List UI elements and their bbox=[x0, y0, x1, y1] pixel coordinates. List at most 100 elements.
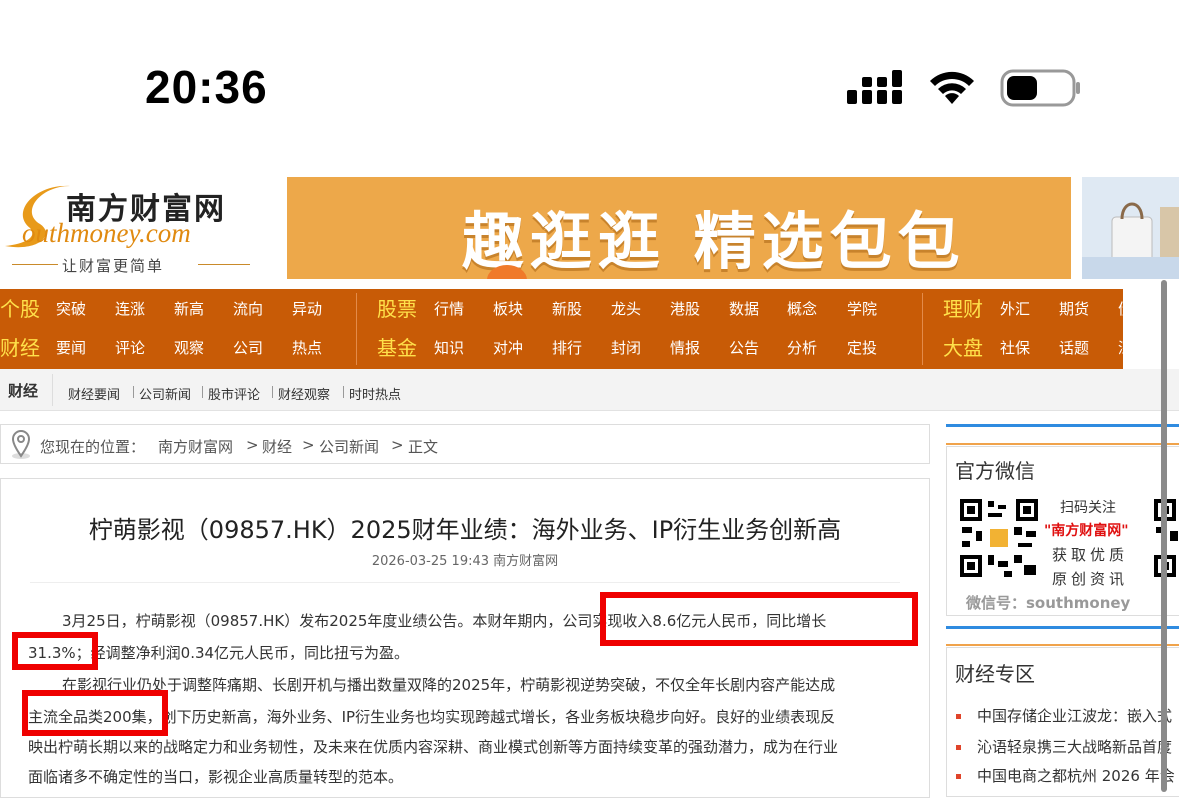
subnav-separator bbox=[343, 386, 344, 398]
nav-item[interactable]: 定投 bbox=[847, 328, 877, 368]
sidebar-accent-bar bbox=[946, 424, 1179, 427]
breadcrumb-sep: > bbox=[246, 436, 259, 454]
nav-item[interactable]: 概念 bbox=[787, 289, 817, 329]
nav-item[interactable]: 情报 bbox=[670, 328, 700, 368]
nav-divider bbox=[922, 293, 923, 365]
finance-title: 财经专区 bbox=[955, 662, 1035, 686]
finance-item-label: 中国存储企业江波龙：嵌入式 bbox=[977, 707, 1173, 725]
wechat-title: 官方微信 bbox=[955, 459, 1035, 483]
article-paragraph-line: 在影视行业仍处于调整阵痛期、长剧开机与播出数量双降的2025年，柠萌影视逆势突破… bbox=[62, 676, 836, 694]
highlight-box bbox=[12, 632, 98, 670]
nav-item[interactable]: 大盘 bbox=[943, 328, 983, 368]
nav-item[interactable]: 龙头 bbox=[611, 289, 641, 329]
battery-icon bbox=[1000, 69, 1080, 107]
sidebar-accent-bar bbox=[946, 443, 1179, 445]
finance-list-item[interactable]: 沁语轻泉携三大战略新品首度 bbox=[956, 736, 1172, 757]
nav-item[interactable]: 学院 bbox=[847, 289, 877, 329]
slogan-divider bbox=[12, 264, 58, 265]
location-pin-icon bbox=[11, 430, 31, 459]
highlight-box bbox=[22, 690, 168, 736]
subnav-link[interactable]: 时时热点 bbox=[349, 384, 401, 403]
subnav-title: 财经 bbox=[8, 382, 39, 400]
nav-item[interactable]: 行情 bbox=[434, 289, 464, 329]
breadcrumb-prefix: 您现在的位置： bbox=[40, 438, 146, 456]
nav-item[interactable]: 港股 bbox=[670, 289, 700, 329]
bullet-icon bbox=[956, 774, 961, 779]
finance-list-item[interactable]: 中国存储企业江波龙：嵌入式 bbox=[956, 705, 1172, 726]
main-nav: 个股 突破 连涨 新高 流向 异动 股票 行情 板块 新股 龙头 港股 数据 概念 学院 理财 外汇 期货债 财经… bbox=[0, 289, 1133, 369]
article-title: 柠萌影视（09857.HK）2025财年业绩：海外业务、IP衍生业务创新高 bbox=[88, 516, 842, 544]
nav-item[interactable]: 封闭 bbox=[611, 328, 641, 368]
subnav-link[interactable]: 股市评论 bbox=[208, 384, 260, 403]
nav-item[interactable]: 期货 bbox=[1059, 289, 1089, 329]
article-paragraph-line: 面临诸多不确定性的当口，影视企业高质量转型的范本。 bbox=[28, 768, 404, 786]
scrollbar[interactable] bbox=[1161, 280, 1167, 792]
nav-item[interactable]: 话题 bbox=[1059, 328, 1089, 368]
nav-item[interactable]: 热点 bbox=[292, 328, 322, 368]
nav-item[interactable]: 股票 bbox=[377, 289, 417, 329]
nav-item[interactable]: 要闻 bbox=[56, 328, 86, 368]
finance-list-item[interactable]: 中国电商之都杭州 2026 年会 bbox=[956, 765, 1175, 786]
wechat-tagline: 获取优质 bbox=[1052, 546, 1129, 564]
nav-item[interactable]: 个股 bbox=[0, 289, 40, 329]
nav-item[interactable]: 数据 bbox=[729, 289, 759, 329]
breadcrumb-item-finance[interactable]: 财经 bbox=[262, 436, 292, 457]
breadcrumb-item-home[interactable]: 南方财富网 bbox=[158, 436, 233, 457]
finance-item-label: 沁语轻泉携三大战略新品首度 bbox=[977, 738, 1173, 756]
bullet-icon bbox=[956, 714, 961, 719]
breadcrumb-sep: > bbox=[391, 436, 404, 454]
sidebar-accent-bar bbox=[946, 644, 1179, 646]
ad-banner[interactable]: 趣逛逛 精选包包 bbox=[287, 177, 1071, 279]
nav-item[interactable]: 新股 bbox=[552, 289, 582, 329]
wechat-tagline: 原创资讯 bbox=[1052, 570, 1129, 588]
banner-text: 趣逛逛 精选包包 bbox=[462, 205, 966, 278]
cellular-signal-icon bbox=[847, 70, 902, 104]
nav-item[interactable]: 财经 bbox=[0, 328, 40, 368]
nav-item[interactable]: 基金 bbox=[377, 328, 417, 368]
nav-item[interactable]: 新高 bbox=[174, 289, 204, 329]
subnav-divider bbox=[52, 374, 53, 406]
nav-item[interactable]: 知识 bbox=[434, 328, 464, 368]
ad-side-image[interactable] bbox=[1082, 177, 1179, 279]
subnav-separator bbox=[202, 386, 203, 398]
nav-item[interactable]: 异动 bbox=[292, 289, 322, 329]
finance-item-label: 中国电商之都杭州 2026 年会 bbox=[977, 767, 1175, 785]
qr-code-icon bbox=[958, 497, 1040, 579]
slogan-divider bbox=[198, 264, 250, 265]
nav-item[interactable]: 社保 bbox=[1000, 328, 1030, 368]
breadcrumb-item-company-news[interactable]: 公司新闻 bbox=[319, 436, 379, 457]
nav-item[interactable]: 理财 bbox=[943, 289, 983, 329]
nav-item[interactable]: 板块 bbox=[493, 289, 523, 329]
nav-item[interactable]: 突破 bbox=[56, 289, 86, 329]
wifi-icon bbox=[930, 71, 974, 104]
nav-item[interactable]: 排行 bbox=[552, 328, 582, 368]
subnav-separator bbox=[272, 386, 273, 398]
nav-item[interactable]: 评论 bbox=[115, 328, 145, 368]
subnav-separator bbox=[133, 386, 134, 398]
wechat-id: 微信号：southmoney bbox=[966, 594, 1131, 612]
article-meta: 2026-03-25 19:43 南方财富网 bbox=[371, 554, 559, 569]
nav-item[interactable]: 对冲 bbox=[493, 328, 523, 368]
nav-divider bbox=[356, 293, 357, 365]
nav-row-1: 个股 突破 连涨 新高 流向 异动 股票 行情 板块 新股 龙头 港股 数据 概念 学院 理财 外汇 期货债 bbox=[0, 289, 1179, 329]
subnav-link[interactable]: 财经要闻 bbox=[68, 384, 120, 403]
nav-item[interactable]: 分析 bbox=[787, 328, 817, 368]
subnav-link[interactable]: 公司新闻 bbox=[139, 384, 191, 403]
bullet-icon bbox=[956, 745, 961, 750]
nav-item[interactable]: 连涨 bbox=[115, 289, 145, 329]
nav-row-2: 财经 要闻 评论 观察 公司 热点 基金 知识 对冲 排行 封闭 情报 公告 分析 定投 大盘 社保 话题深 bbox=[0, 328, 1179, 368]
nav-item[interactable]: 债 bbox=[1118, 289, 1133, 329]
breadcrumb-item-current: 正文 bbox=[408, 438, 439, 456]
nav-item[interactable]: 公司 bbox=[233, 328, 263, 368]
handbag-image-icon bbox=[1082, 202, 1179, 279]
nav-item[interactable]: 外汇 bbox=[1000, 289, 1030, 329]
sidebar-accent-bar bbox=[946, 626, 1179, 629]
wechat-account-name: "南方财富网" bbox=[1044, 523, 1129, 539]
nav-item[interactable]: 流向 bbox=[233, 289, 263, 329]
nav-item[interactable]: 观察 bbox=[174, 328, 204, 368]
subnav-link[interactable]: 财经观察 bbox=[278, 384, 330, 403]
wechat-scan-label: 扫码关注 bbox=[1060, 500, 1116, 516]
nav-item[interactable]: 深 bbox=[1118, 328, 1133, 368]
nav-item[interactable]: 公告 bbox=[729, 328, 759, 368]
status-time: 20:36 bbox=[145, 61, 268, 113]
